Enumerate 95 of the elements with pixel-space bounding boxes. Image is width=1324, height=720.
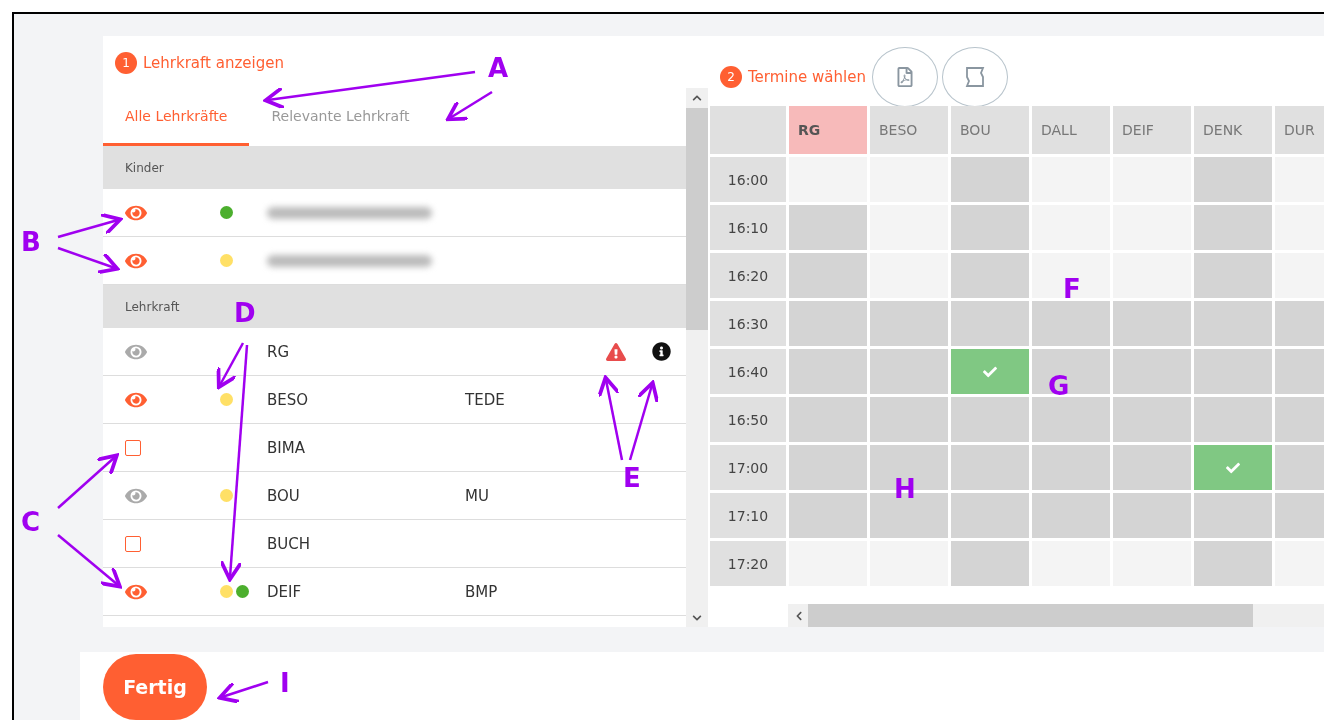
- slot-cell[interactable]: [1194, 157, 1272, 202]
- step-badge: 1: [115, 52, 137, 74]
- time-label: 16:10: [710, 205, 786, 250]
- scroll-down-icon[interactable]: [692, 613, 702, 623]
- annotation-arrow: [57, 453, 119, 509]
- checkbox[interactable]: [125, 439, 141, 456]
- slot-cell[interactable]: [1194, 445, 1272, 490]
- slot-cell[interactable]: [1113, 349, 1191, 394]
- annotation-letter: A: [488, 55, 509, 81]
- annotation-letter: F: [1063, 276, 1081, 302]
- annotation-letter: C: [21, 509, 41, 535]
- slot-cell[interactable]: [951, 397, 1029, 442]
- folded-page-icon: [963, 65, 986, 89]
- column-header: DENK: [1194, 106, 1272, 154]
- group-header: Kinder: [103, 146, 686, 189]
- slot-cell[interactable]: [1194, 301, 1272, 346]
- column-header: RG: [789, 106, 867, 154]
- slot-cell[interactable]: [1032, 301, 1110, 346]
- check-icon: [983, 364, 997, 379]
- annotation-arrow: [57, 534, 122, 589]
- slot-cell[interactable]: [1032, 349, 1110, 394]
- slot-cell[interactable]: [951, 541, 1029, 586]
- slot-cell[interactable]: [789, 349, 867, 394]
- time-label: 17:10: [710, 493, 786, 538]
- vertical-scrollbar[interactable]: [686, 88, 708, 627]
- slot-cell[interactable]: [951, 157, 1029, 202]
- teacher-code: BESO: [267, 390, 310, 409]
- time-label: 16:30: [710, 301, 786, 346]
- annotation-arrow: [217, 680, 269, 704]
- panel-title: Termine wählen: [748, 68, 866, 86]
- slot-cell[interactable]: [870, 397, 948, 442]
- annotation-arrow: [57, 246, 120, 275]
- column-header: DALL: [1032, 106, 1110, 154]
- teacher-code: BUCH: [267, 534, 312, 553]
- slot-cell[interactable]: [1032, 493, 1110, 538]
- slot-cell[interactable]: [951, 205, 1029, 250]
- slot-cell[interactable]: [1194, 493, 1272, 538]
- annotation-letter: D: [234, 300, 256, 326]
- step-badge: 2: [720, 66, 742, 88]
- annotation-letter: E: [623, 465, 641, 491]
- slot-cell[interactable]: [789, 253, 867, 298]
- slot-cell[interactable]: [1194, 397, 1272, 442]
- slot-cell[interactable]: [1194, 541, 1272, 586]
- teacher-code: RG: [267, 342, 291, 361]
- slot-cell[interactable]: [1194, 253, 1272, 298]
- teacher-code: DEIF: [267, 582, 303, 601]
- slot-cell[interactable]: [951, 349, 1029, 394]
- slot-cell[interactable]: [870, 301, 948, 346]
- subject-code: TEDE: [465, 390, 506, 409]
- slot-cell[interactable]: [1113, 493, 1191, 538]
- time-label: 16:40: [710, 349, 786, 394]
- slot-cell[interactable]: [789, 301, 867, 346]
- annotation-letter: I: [280, 670, 290, 696]
- column-header: BESO: [870, 106, 948, 154]
- column-header: DEIF: [1113, 106, 1191, 154]
- slot-cell[interactable]: [789, 397, 867, 442]
- slot-cell[interactable]: [1032, 445, 1110, 490]
- annotation-letter: B: [21, 229, 41, 255]
- checkbox[interactable]: [125, 535, 141, 552]
- slot-cell[interactable]: [1113, 397, 1191, 442]
- time-label: 16:20: [710, 253, 786, 298]
- time-label: 17:00: [710, 445, 786, 490]
- column-header: BOU: [951, 106, 1029, 154]
- panel-title: Lehrkraft anzeigen: [143, 54, 284, 72]
- slot-cell[interactable]: [951, 493, 1029, 538]
- time-label: 17:20: [710, 541, 786, 586]
- slot-cell[interactable]: [1194, 205, 1272, 250]
- horizontal-scrollbar[interactable]: [788, 604, 1324, 627]
- slot-cell[interactable]: [789, 445, 867, 490]
- slot-cell[interactable]: [1113, 301, 1191, 346]
- slot-cell[interactable]: [951, 301, 1029, 346]
- annotation-arrow: [57, 212, 123, 239]
- scroll-up-icon[interactable]: [692, 93, 702, 103]
- slot-cell[interactable]: [1194, 349, 1272, 394]
- annotation-letter: H: [894, 476, 916, 502]
- slot-cell[interactable]: [951, 445, 1029, 490]
- warning-icon[interactable]: [606, 341, 626, 362]
- done-button[interactable]: Fertig: [103, 654, 207, 720]
- slot-cell[interactable]: [789, 493, 867, 538]
- time-label: 16:50: [710, 397, 786, 442]
- teacher-code: BIMA: [267, 438, 306, 457]
- column-header: DUR: [1275, 106, 1324, 154]
- scroll-left-icon[interactable]: [794, 610, 804, 621]
- teacher-code: BOU: [267, 486, 301, 505]
- subject-code: BMP: [465, 582, 499, 601]
- slot-cell[interactable]: [870, 349, 948, 394]
- slot-cell[interactable]: [1113, 445, 1191, 490]
- check-icon: [1226, 460, 1240, 475]
- slot-cell[interactable]: [951, 253, 1029, 298]
- subject-code: MU: [465, 486, 490, 505]
- info-icon[interactable]: [652, 342, 671, 361]
- time-label: 16:00: [710, 157, 786, 202]
- slot-cell[interactable]: [1032, 397, 1110, 442]
- slot-cell[interactable]: [789, 205, 867, 250]
- annotation-letter: G: [1048, 373, 1070, 399]
